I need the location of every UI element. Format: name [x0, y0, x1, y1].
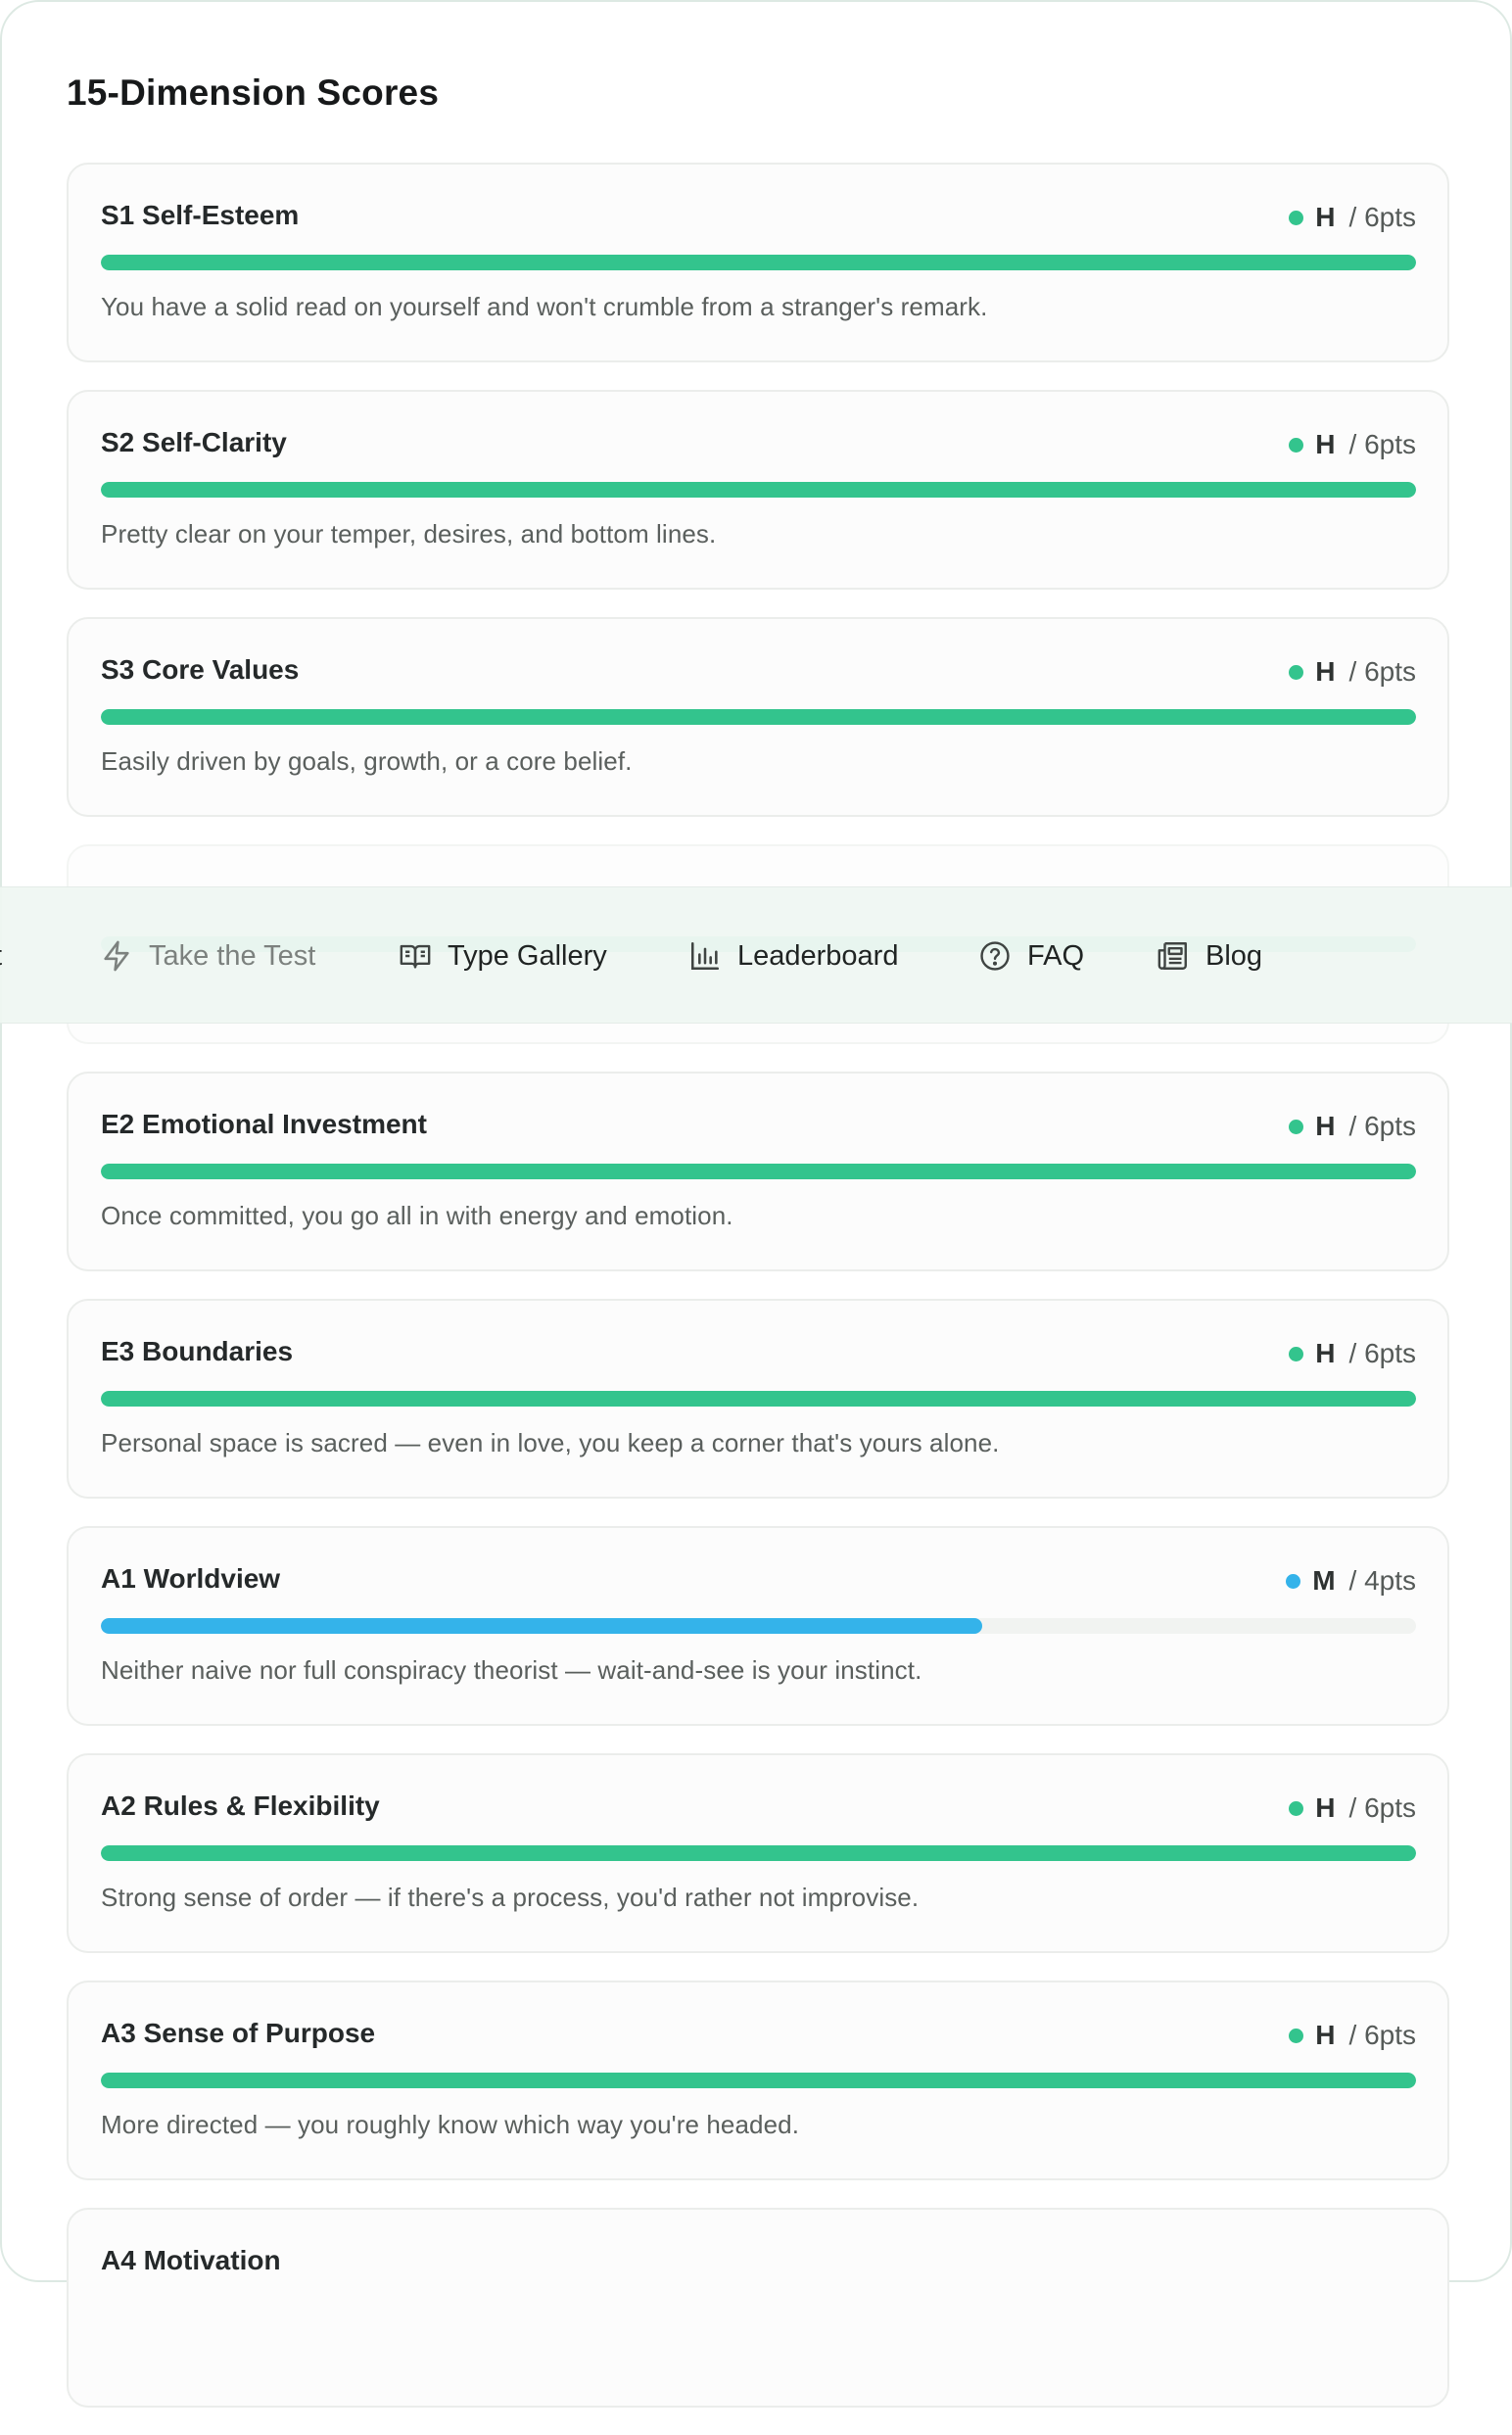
score-bar-fill [101, 255, 1416, 270]
score-bar-fill [101, 709, 1416, 725]
dimension-description: You have a solid read on yourself and wo… [101, 292, 988, 321]
dimension-description: Neither naive nor full conspiracy theori… [101, 1655, 922, 1685]
dimension-card: A1 Worldview M / 4pts Neither naive nor … [67, 1526, 1449, 1726]
dimension-card: A4 Motivation [67, 2208, 1449, 2408]
level-dot [1289, 664, 1304, 680]
level-dot [1289, 1800, 1304, 1816]
dimension-name: S1 Self-Esteem [101, 200, 300, 230]
dimension-description: Easily driven by goals, growth, or a cor… [101, 746, 633, 776]
nav-item-label: FAQ [1027, 939, 1085, 972]
dimension-name: S3 Core Values [101, 654, 300, 685]
nav-take-the-test[interactable]: Take the Test [100, 887, 315, 1025]
dimension-name: E3 Boundaries [101, 1336, 294, 1366]
dimension-card: A2 Rules & Flexibility H / 6pts Strong s… [67, 1753, 1449, 1953]
points-label: / 4pts [1348, 1565, 1416, 1596]
dimension-name: A2 Rules & Flexibility [101, 1790, 380, 1821]
level-letter: H [1315, 1792, 1336, 1823]
points-label: / 6pts [1348, 1792, 1416, 1823]
dimension-description: Personal space is sacred — even in love,… [101, 1428, 1000, 1457]
level-letter: H [1315, 1111, 1336, 1141]
nav-leaderboard[interactable]: Leaderboard [688, 887, 898, 1025]
level-dot [1289, 1346, 1304, 1361]
nav-faq[interactable]: FAQ [978, 887, 1084, 1025]
score-bar-fill [101, 1164, 1416, 1179]
level-letter: M [1312, 1565, 1336, 1596]
points-label: / 6pts [1348, 202, 1416, 232]
dimension-card: S2 Self-Clarity H / 6pts Pretty clear on… [67, 390, 1449, 590]
dimension-card: E2 Emotional Investment H / 6pts Once co… [67, 1072, 1449, 1271]
score-bar-track [101, 2073, 1416, 2088]
score-bar-track [101, 1845, 1416, 1861]
floating-nav-bar: t Take the Test Type Gallery Leaderboard… [0, 886, 1512, 1024]
bar-chart-icon [690, 941, 720, 971]
level-letter: H [1315, 2020, 1336, 2050]
level-letter: H [1315, 429, 1336, 459]
score-bar-track [101, 1391, 1416, 1407]
points-label: / 6pts [1348, 2020, 1416, 2050]
dimension-score: H / 6pts [1289, 1111, 1416, 1142]
dimension-description: More directed — you roughly know which w… [101, 2110, 800, 2139]
score-bar-fill [101, 1845, 1416, 1861]
nav-blog[interactable]: Blog [1157, 887, 1262, 1025]
level-dot [1289, 210, 1304, 225]
dimension-name: S2 Self-Clarity [101, 427, 287, 457]
nav-item-label: Blog [1205, 939, 1263, 972]
nav-item-label: Take the Test [149, 939, 316, 972]
dimension-name: E2 Emotional Investment [101, 1109, 427, 1139]
newspaper-icon [1158, 942, 1187, 970]
score-bar-fill [101, 1391, 1416, 1407]
level-dot [1289, 2028, 1304, 2043]
section-title: 15-Dimension Scores [67, 72, 440, 113]
level-letter: H [1315, 1338, 1336, 1368]
score-bar-track [101, 1618, 1416, 1634]
nav-type-gallery[interactable]: Type Gallery [399, 887, 607, 1025]
dimension-description: Strong sense of order — if there's a pro… [101, 1883, 920, 1912]
score-bar-track [101, 1164, 1416, 1179]
lightning-icon [104, 940, 129, 972]
dimension-score: M / 4pts [1286, 1565, 1416, 1597]
score-bar-fill [101, 1618, 982, 1634]
points-label: / 6pts [1348, 429, 1416, 459]
question-circle-icon [980, 941, 1010, 971]
dimension-name: A3 Sense of Purpose [101, 2018, 376, 2048]
score-bar-track [101, 709, 1416, 725]
dimension-description: Once committed, you go all in with energ… [101, 1201, 733, 1230]
nav-item-label: Type Gallery [448, 939, 607, 972]
points-label: / 6pts [1348, 1111, 1416, 1141]
points-label: / 6pts [1348, 1338, 1416, 1368]
dimension-list: S1 Self-Esteem H / 6pts You have a solid… [67, 163, 1449, 2435]
score-bar-fill [101, 2073, 1416, 2088]
dimension-score: H / 6pts [1289, 202, 1416, 233]
dimension-score: H / 6pts [1289, 429, 1416, 460]
dimension-score: H / 6pts [1289, 1792, 1416, 1824]
dimension-card: S1 Self-Esteem H / 6pts You have a solid… [67, 163, 1449, 362]
nav-item-label: t [0, 940, 2, 973]
dimension-score: H / 6pts [1289, 1338, 1416, 1369]
level-dot [1289, 1119, 1304, 1134]
dimension-score: H / 6pts [1289, 2020, 1416, 2051]
dimension-card: A3 Sense of Purpose H / 6pts More direct… [67, 1981, 1449, 2180]
nav-item-label: Leaderboard [737, 939, 899, 972]
dimension-description: Pretty clear on your temper, desires, an… [101, 519, 717, 549]
scores-panel: 15-Dimension Scores S1 Self-Esteem H / 6… [0, 0, 1512, 2408]
score-bar-fill [101, 482, 1416, 498]
dimension-name: A4 Motivation [101, 2245, 281, 2275]
level-dot [1286, 1573, 1301, 1589]
dimension-score: H / 6pts [1289, 656, 1416, 688]
points-label: / 6pts [1348, 656, 1416, 687]
open-book-icon [400, 944, 431, 969]
level-letter: H [1315, 202, 1336, 232]
score-bar-track [101, 482, 1416, 498]
dimension-name: A1 Worldview [101, 1563, 281, 1594]
level-letter: H [1315, 656, 1336, 687]
dimension-card: S3 Core Values H / 6pts Easily driven by… [67, 617, 1449, 817]
nav-item-partial[interactable]: t [0, 887, 2, 1025]
level-dot [1289, 437, 1304, 453]
dimension-card: E3 Boundaries H / 6pts Personal space is… [67, 1299, 1449, 1499]
score-bar-track [101, 255, 1416, 270]
